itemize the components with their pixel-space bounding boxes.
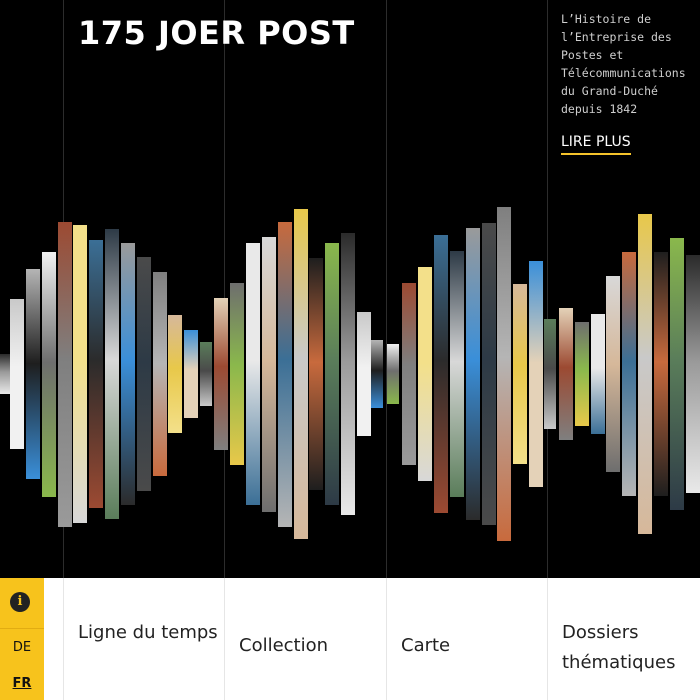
photo-strip[interactable] bbox=[153, 272, 167, 476]
photo-strip[interactable] bbox=[357, 312, 371, 436]
photo-strip[interactable] bbox=[121, 243, 135, 505]
photo-strip[interactable] bbox=[89, 240, 103, 508]
photo-strip[interactable] bbox=[246, 243, 260, 505]
photo-strip[interactable] bbox=[105, 229, 119, 519]
photo-strip[interactable] bbox=[262, 236, 276, 512]
photo-strip[interactable] bbox=[670, 238, 684, 510]
bottom-navigation: i DE FR Ligne du temps Collection Carte … bbox=[0, 578, 700, 700]
photo-strip[interactable] bbox=[387, 344, 399, 404]
side-panel: i DE FR bbox=[0, 578, 44, 700]
language-de-button[interactable]: DE bbox=[0, 640, 44, 655]
nav-collection[interactable]: Collection bbox=[224, 578, 386, 700]
photo-strip[interactable] bbox=[214, 298, 228, 450]
photo-strip[interactable] bbox=[309, 258, 323, 490]
photo-strip[interactable] bbox=[606, 276, 620, 472]
photo-strip[interactable] bbox=[513, 284, 527, 464]
hero-section: 175 JOER POST L’Histoire de l’Entreprise… bbox=[0, 0, 700, 700]
photo-strip[interactable] bbox=[622, 252, 636, 496]
nav-timeline[interactable]: Ligne du temps bbox=[63, 578, 224, 700]
photo-strip[interactable] bbox=[529, 261, 543, 487]
photo-strip[interactable] bbox=[341, 233, 355, 515]
nav-collection-label: Collection bbox=[239, 635, 329, 656]
intro-line: Télécommunications bbox=[561, 66, 686, 80]
photo-strip[interactable] bbox=[137, 257, 151, 491]
photo-strip[interactable] bbox=[482, 223, 496, 525]
photo-strip[interactable] bbox=[450, 251, 464, 497]
nav-dossiers-label: Dossiers thématiques bbox=[562, 622, 676, 673]
photo-strip[interactable] bbox=[278, 221, 292, 527]
photo-strip[interactable] bbox=[591, 314, 605, 434]
read-more-link[interactable]: LIRE PLUS bbox=[561, 134, 631, 155]
photo-strip[interactable] bbox=[371, 340, 383, 408]
nav-map-label: Carte bbox=[401, 635, 451, 656]
photo-strip[interactable] bbox=[294, 209, 308, 539]
nav-timeline-label: Ligne du temps bbox=[78, 622, 218, 643]
site-title[interactable]: 175 JOER POST bbox=[78, 14, 355, 52]
photo-strip[interactable] bbox=[402, 283, 416, 465]
photo-strip[interactable] bbox=[559, 308, 573, 440]
nav-map[interactable]: Carte bbox=[386, 578, 547, 700]
intro-line: l’Entreprise des bbox=[561, 30, 672, 44]
intro-text: L’Histoire de l’Entreprise des Postes et… bbox=[561, 10, 697, 118]
photo-strip[interactable] bbox=[686, 255, 700, 493]
info-icon[interactable]: i bbox=[10, 592, 30, 612]
photo-strip[interactable] bbox=[418, 267, 432, 481]
photo-strip[interactable] bbox=[325, 243, 339, 505]
intro-line: du Grand-Duché bbox=[561, 84, 658, 98]
photo-strip[interactable] bbox=[544, 319, 556, 429]
nav-dossiers[interactable]: Dossiers thématiques bbox=[547, 578, 700, 700]
photo-strip[interactable] bbox=[654, 252, 668, 496]
photo-strip[interactable] bbox=[168, 315, 182, 433]
divider bbox=[0, 628, 44, 629]
intro-line: depuis 1842 bbox=[561, 102, 638, 116]
photo-strip[interactable] bbox=[638, 214, 652, 534]
photo-strip[interactable] bbox=[466, 228, 480, 520]
intro-line: L’Histoire de bbox=[561, 12, 652, 26]
photo-strip[interactable] bbox=[26, 269, 40, 479]
photo-strip[interactable] bbox=[434, 235, 448, 513]
photo-strip[interactable] bbox=[0, 354, 10, 394]
photo-strip[interactable] bbox=[42, 251, 56, 497]
photo-strip[interactable] bbox=[497, 207, 511, 541]
photo-strip[interactable] bbox=[575, 322, 589, 426]
photo-strip[interactable] bbox=[73, 225, 87, 523]
intro-line: Postes et bbox=[561, 48, 624, 62]
photo-strip[interactable] bbox=[230, 283, 244, 465]
photo-strip[interactable] bbox=[10, 299, 24, 449]
photo-strip[interactable] bbox=[200, 342, 212, 406]
language-fr-button[interactable]: FR bbox=[0, 676, 44, 691]
photo-strip[interactable] bbox=[58, 221, 72, 527]
photo-strip[interactable] bbox=[184, 330, 198, 418]
